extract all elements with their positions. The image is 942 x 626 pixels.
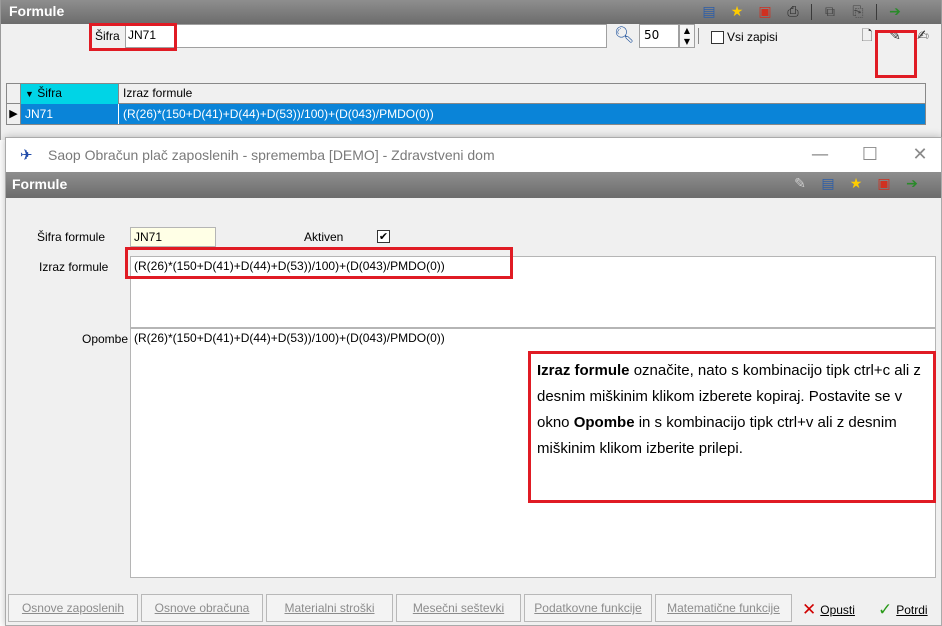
notes-text: (R(26)*(150+D(41)+D(44)+D(53))/100)+(D(0…	[134, 331, 445, 345]
notes-label: Opombe	[82, 332, 129, 346]
dialog-section-title: Formule	[12, 176, 68, 192]
edit-formula-dialog: ✈ Saop Obračun plač zaposlenih - spremem…	[5, 137, 942, 626]
edit-icon: ✎	[794, 176, 806, 192]
current-row-icon: ▶	[7, 104, 21, 124]
confirm-button-label: Potrdi	[896, 603, 928, 617]
active-label: Aktiven	[304, 230, 344, 244]
code-filter-input[interactable]: JN71	[125, 24, 607, 48]
dialog-section-bar: Formule ✎ ▤ ★ ▣ ➔	[6, 172, 941, 198]
formulas-list-window: Formule ▤ ★ ▣ ⎙ ⧉ ⎘ ➔ Šifra JN71 🔍︎ 50 ▲…	[0, 0, 942, 140]
confirm-icon: ✓	[878, 600, 893, 619]
base-calculation-button: Osnove obračuna	[141, 594, 263, 622]
exit-icon[interactable]: ➔	[885, 2, 905, 22]
exit-icon[interactable]: ➔	[902, 174, 922, 194]
minimize-icon[interactable]: —	[798, 142, 842, 168]
toolbar-separator	[876, 4, 877, 20]
toolbar-separator	[811, 4, 812, 20]
grid-icon[interactable]: ▤	[818, 174, 838, 194]
cancel-icon: ✕	[802, 600, 817, 619]
record-limit-spinner[interactable]: ▲ ▼	[679, 24, 695, 48]
tip-bold-expression: Izraz formule	[537, 362, 630, 379]
filter-separator	[698, 28, 699, 44]
expression-label: Izraz formule	[39, 260, 109, 274]
base-employees-button: Osnove zaposlenih	[8, 594, 138, 622]
all-records-label: Vsi zapisi	[727, 30, 778, 44]
column-header-sifra[interactable]: ▼ Šifra	[21, 84, 119, 104]
dialog-button-bar: Osnove zaposlenih Osnove obračuna Materi…	[6, 594, 941, 625]
multi-edit-icon[interactable]: ✍︎	[913, 26, 933, 46]
material-costs-button: Materialni stroški	[266, 594, 393, 622]
edit-record-icon[interactable]: ✎	[885, 26, 905, 46]
formulas-grid: ▼ Šifra Izraz formule ▶ JN71 (R(26)*(150…	[6, 83, 926, 125]
maximize-icon[interactable]: ☐	[848, 142, 892, 168]
all-records-checkbox[interactable]	[711, 31, 724, 44]
dialog-window-title: Saop Obračun plač zaposlenih - sprememba…	[48, 147, 495, 163]
data-functions-button: Podatkovne funkcije	[524, 594, 652, 622]
dialog-toolbar: ✎ ▤ ★ ▣ ➔	[782, 174, 922, 194]
code-filter-label: Šifra	[95, 29, 120, 43]
copy-icon[interactable]: ⧉	[820, 2, 840, 22]
expression-field[interactable]: (R(26)*(150+D(41)+D(44)+D(53))/100)+(D(0…	[130, 256, 936, 328]
search-icon[interactable]: 🔍︎	[614, 25, 634, 44]
record-limit-input[interactable]: 50	[639, 24, 679, 48]
active-checkbox[interactable]: ✔	[377, 230, 390, 243]
app-icon: ✈	[20, 146, 33, 164]
code-field[interactable]: JN71	[130, 227, 216, 247]
confirm-button[interactable]: ✓ Potrdi	[878, 598, 928, 622]
column-header-izraz[interactable]: Izraz formule	[119, 84, 196, 104]
list-window-toolbar: ▤ ★ ▣ ⎙ ⧉ ⎘ ➔	[691, 2, 905, 22]
code-label: Šifra formule	[37, 230, 106, 244]
print-icon[interactable]: ⎙	[783, 2, 803, 22]
sort-desc-icon: ▼	[25, 89, 34, 99]
grid-header: ▼ Šifra Izraz formule	[7, 84, 925, 104]
star-icon[interactable]: ★	[727, 2, 747, 22]
math-functions-button: Matematične funkcije	[655, 594, 792, 622]
star-icon[interactable]: ★	[846, 174, 866, 194]
row-indicator-header	[7, 84, 21, 104]
instruction-callout: Izraz formule označite, nato s kombinaci…	[528, 351, 936, 503]
column-header-sifra-label: Šifra	[37, 86, 62, 100]
dialog-titlebar: ✈ Saop Obračun plač zaposlenih - spremem…	[6, 138, 941, 172]
monthly-totals-button: Mesečni seštevki	[396, 594, 521, 622]
expression-text: (R(26)*(150+D(41)+D(44)+D(53))/100)+(D(0…	[134, 259, 445, 273]
record-toolbar: 🗋︎ ✎ ✍︎	[849, 26, 933, 46]
cancel-button-label: Opusti	[820, 603, 855, 617]
tip-bold-notes: Opombe	[573, 414, 635, 431]
close-icon[interactable]: ✕	[898, 142, 942, 168]
cancel-button[interactable]: ✕ Opusti	[802, 598, 855, 622]
excel-export-icon[interactable]: ▣	[874, 174, 894, 194]
cell-izraz[interactable]: (R(26)*(150+D(41)+D(44)+D(53))/100)+(D(0…	[119, 104, 925, 124]
list-window-title: Formule	[9, 3, 65, 19]
grid-icon[interactable]: ▤	[699, 2, 719, 22]
grid-scrollbar[interactable]	[927, 80, 939, 140]
list-window-titlebar: Formule ▤ ★ ▣ ⎙ ⧉ ⎘ ➔	[1, 0, 941, 24]
paste-icon[interactable]: ⎘	[848, 2, 868, 22]
excel-export-icon[interactable]: ▣	[755, 2, 775, 22]
cell-sifra[interactable]: JN71	[21, 104, 119, 124]
table-row[interactable]: ▶ JN71 (R(26)*(150+D(41)+D(44)+D(53))/10…	[7, 104, 925, 124]
new-record-icon[interactable]: 🗋︎	[857, 26, 877, 46]
